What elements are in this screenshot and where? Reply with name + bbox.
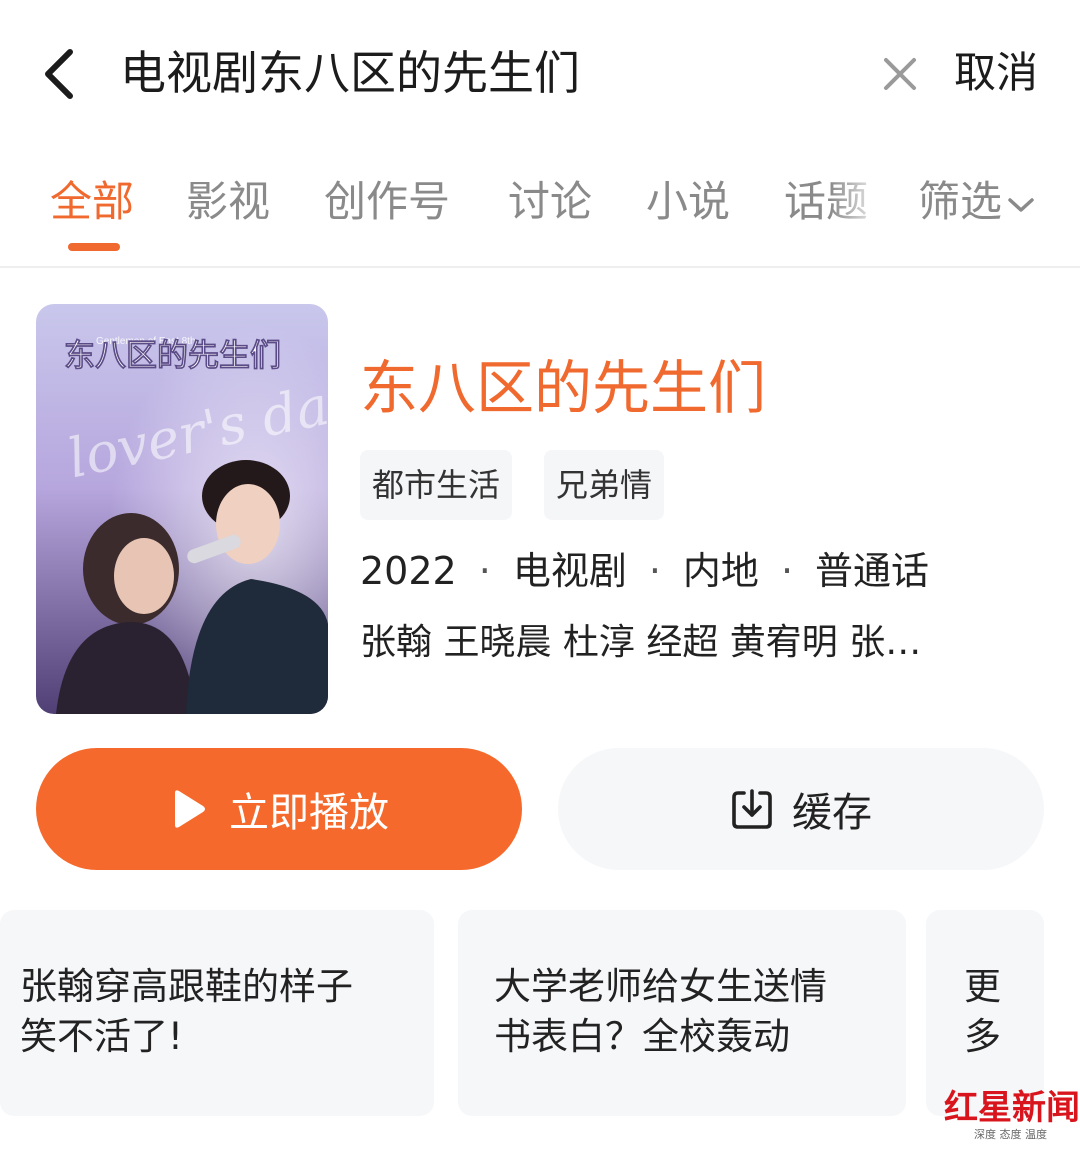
active-tab-indicator [68,243,120,251]
cache-label: 缓存 [792,790,872,836]
cache-button[interactable]: 缓存 [558,748,1044,870]
genre-tag[interactable]: 兄弟情 [544,450,665,520]
drama-meta: 2022 · 电视剧 · 内地 · 普通话 [360,540,929,602]
related-video-title: 大学老师给女生送情 书表白？全校轰动 [494,962,827,1062]
more-label: 更多 [964,965,1001,1058]
cancel-button[interactable]: 取消 [954,40,1038,106]
related-video-card[interactable]: 张翰穿高跟鞋的样子 笑不活了! [0,910,434,1116]
meta-separator: · [648,549,661,593]
watermark-slogan: 深度 态度 温度 [974,1128,1047,1141]
search-bar: 电视剧东八区的先生们 取消 [0,0,1080,150]
news-watermark: 红星新闻 深度 态度 温度 [944,1080,1080,1144]
related-video-title: 张翰穿高跟鞋的样子 笑不活了! [20,962,353,1062]
related-title-line: 大学老师给女生送情 [494,965,827,1008]
tab-scroll-fade [830,160,900,260]
poster-title: 东八区的先生们 [64,338,281,374]
meta-year: 2022 [360,549,457,593]
drama-poster[interactable]: lover's day Gentlemen of East 8th 东八区的先生… [36,304,328,714]
tab-novel[interactable]: 小说 [646,170,730,234]
filter-button[interactable]: 筛选 [918,170,1036,234]
meta-separator: · [478,549,491,593]
poster-image: lover's day Gentlemen of East 8th 东八区的先生… [36,304,328,714]
chevron-down-icon [1008,197,1034,212]
search-input[interactable]: 电视剧东八区的先生们 [120,40,580,106]
back-arrow-icon [45,49,73,99]
tab-all[interactable]: 全部 [50,170,134,234]
category-tabs: 全部 影视 创作号 讨论 小说 话题 筛选 [0,160,1080,268]
clear-icon [884,58,916,90]
related-title-line: 笑不活了! [20,1015,183,1058]
clear-button[interactable] [876,50,924,98]
meta-region: 内地 [682,549,759,593]
tab-film-tv[interactable]: 影视 [186,170,270,234]
meta-type: 电视剧 [512,549,627,593]
tab-creator[interactable]: 创作号 [324,170,450,234]
tab-discussion[interactable]: 讨论 [508,170,592,234]
back-button[interactable] [34,42,90,106]
play-label: 立即播放 [229,790,389,836]
genre-tag[interactable]: 都市生活 [360,450,513,520]
drama-title[interactable]: 东八区的先生们 [360,346,766,430]
cast-list[interactable]: 张翰 王晓晨 杜淳 经超 黄宥明 张… [360,612,1020,674]
related-title-line: 张翰穿高跟鞋的样子 [20,965,353,1008]
meta-language: 普通话 [815,549,930,593]
related-title-line: 书表白？全校轰动 [494,1015,790,1058]
watermark-logo: 红星新闻 [944,1088,1080,1128]
play-now-button[interactable]: 立即播放 [36,748,522,870]
meta-separator: · [780,549,794,593]
filter-label: 筛选 [918,177,1003,226]
download-icon [732,789,772,829]
play-icon [175,790,205,828]
related-video-card[interactable]: 大学老师给女生送情 书表白？全校轰动 [458,910,906,1116]
